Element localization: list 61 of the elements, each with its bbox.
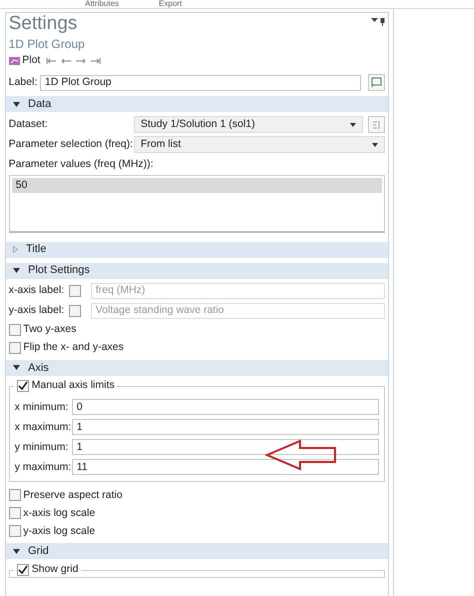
panel-subtitle: 1D Plot Group — [8, 36, 86, 53]
text-field[interactable]: 1D Plot Group — [40, 74, 360, 90]
first-icon[interactable] — [46, 56, 56, 65]
list-item[interactable]: 50 — [12, 178, 382, 193]
checkbox[interactable] — [8, 342, 21, 354]
checkbox[interactable] — [16, 564, 29, 576]
caret-icon — [350, 122, 356, 127]
previous-icon[interactable] — [60, 56, 71, 65]
check-icon — [18, 381, 28, 392]
field-label: y-axis label: — [8, 303, 64, 318]
field-label: y maximum: — [14, 460, 72, 474]
dropdown[interactable]: Study 1/Solution 1 (sol1) — [134, 116, 364, 134]
dropdown-icon[interactable] — [370, 18, 378, 24]
checkbox-label: Preserve aspect ratio — [23, 488, 122, 502]
checkbox-label: Manual axis limits — [32, 378, 114, 394]
checkbox[interactable] — [8, 489, 21, 502]
expanded-icon — [13, 548, 20, 554]
text-field[interactable]: 1 — [72, 439, 380, 456]
pin-icon[interactable] — [380, 18, 386, 26]
dropdown[interactable]: From list — [134, 136, 386, 154]
expanded-icon — [13, 365, 20, 370]
field-label: x maximum: — [14, 420, 72, 434]
tab[interactable]: Export — [158, 0, 182, 8]
panel-title: Settings — [8, 13, 78, 35]
section-header[interactable]: Grid — [6, 543, 388, 559]
field-label: x minimum: — [14, 400, 70, 414]
section-header[interactable]: Plot Settings — [6, 262, 388, 278]
dataset-button[interactable] — [368, 116, 386, 134]
checkbox-label: x-axis log scale — [23, 506, 96, 520]
expanded-icon — [13, 268, 20, 273]
checkbox[interactable] — [8, 324, 21, 336]
list-box[interactable]: 50 — [8, 174, 386, 233]
section-header[interactable]: Data — [6, 96, 388, 112]
text-field[interactable]: 0 — [72, 399, 380, 416]
section-header[interactable]: Title — [6, 242, 388, 258]
text-field[interactable]: 1 — [72, 419, 380, 436]
plot-button[interactable]: Plot — [8, 53, 40, 69]
caret-icon — [372, 142, 378, 147]
checkbox[interactable] — [16, 380, 29, 392]
checkbox-label: Show grid — [32, 562, 78, 577]
checkbox-label: Flip the x- and y-axes — [23, 340, 124, 356]
next-icon[interactable] — [76, 56, 86, 65]
check-icon — [18, 564, 28, 574]
text-field[interactable]: 11 — [72, 459, 380, 476]
tab[interactable]: Attributes — [85, 0, 119, 8]
collapsed-icon — [13, 246, 18, 253]
comment-icon — [371, 77, 382, 88]
field-label: x-axis label: — [8, 283, 64, 298]
checkbox-label: y-axis log scale — [23, 524, 96, 538]
field-label: Dataset: — [8, 117, 49, 132]
expanded-icon — [13, 102, 20, 107]
section-header[interactable]: Axis — [6, 360, 388, 376]
field-label: y minimum: — [14, 440, 70, 454]
edit-button[interactable] — [368, 74, 386, 91]
field-label: Label: — [8, 74, 38, 90]
last-icon[interactable] — [91, 56, 102, 65]
checkbox[interactable] — [8, 525, 21, 538]
checkbox-label: Two y-axes — [23, 322, 76, 338]
checkbox[interactable] — [8, 507, 21, 520]
field-label: Parameter selection (freq): — [8, 137, 134, 152]
caption: Parameter values (freq (MHz)): — [8, 157, 154, 172]
